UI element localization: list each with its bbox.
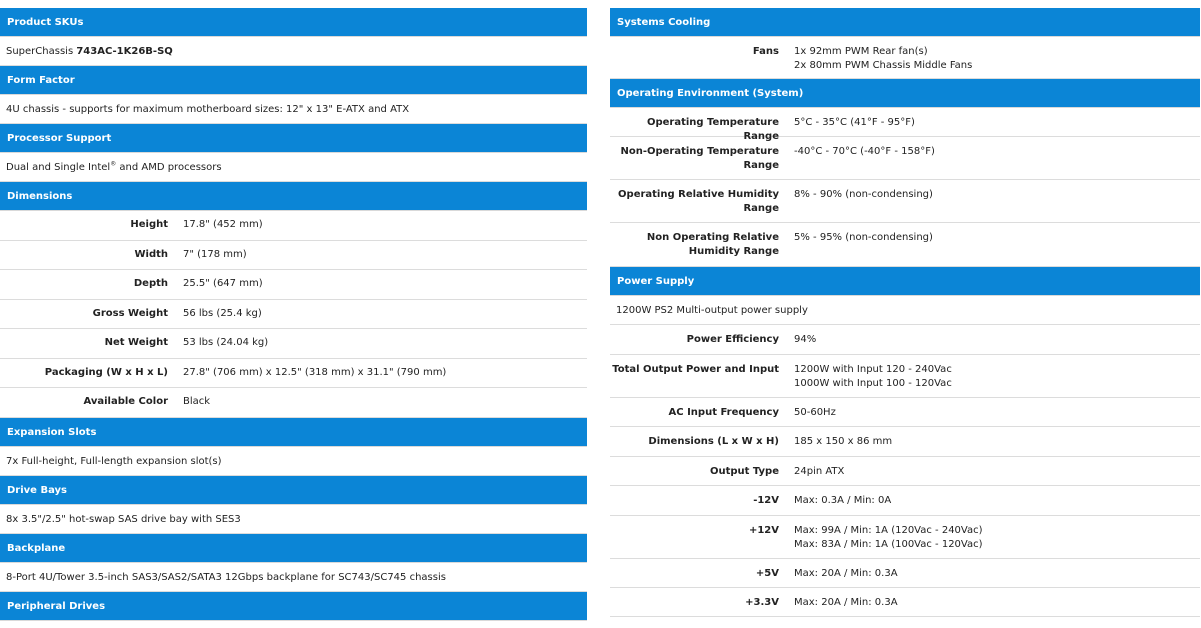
psu-row-plus-12v: +12V Max: 99A / Min: 1A (120Vac - 240Vac… <box>610 516 1200 559</box>
psu-value: Max: 20A / Min: 0.3A <box>794 568 898 579</box>
total-line-1: 1200W with Input 120 - 240Vac <box>794 364 952 375</box>
env-label: Non-Operating Temperature Range <box>620 146 779 171</box>
processor-text-post: and AMD processors <box>116 162 222 173</box>
sku-model: 743AC-1K26B-SQ <box>76 46 173 57</box>
dimension-label: Depth <box>133 278 168 290</box>
psu-row-plus-3v3: +3.3V Max: 20A / Min: 0.3A <box>610 588 1200 617</box>
psu-label: +3.3V <box>745 597 779 608</box>
p12-line-2: Max: 83A / Min: 1A (100Vac - 120Vac) <box>794 539 983 550</box>
fans-value: 1x 92mm PWM Rear fan(s) 2x 80mm PWM Chas… <box>779 37 972 73</box>
dimension-value: 7" (178 mm) <box>183 248 247 260</box>
product-skus-header: Product SKUs <box>0 8 587 37</box>
env-label: Non Operating Relative Humidity Range <box>646 232 779 257</box>
psu-label: Output Type <box>709 466 779 477</box>
form-factor-header: Form Factor <box>0 66 587 95</box>
psu-row-total-output: Total Output Power and Input 1200W with … <box>610 355 1200 398</box>
dimension-value: Black <box>183 396 211 408</box>
env-label: Operating Relative Humidity Range <box>618 189 779 214</box>
fans-row: Fans 1x 92mm PWM Rear fan(s) 2x 80mm PWM… <box>610 37 1200 79</box>
dimension-label: Gross Weight <box>92 307 168 319</box>
sku-prefix: SuperChassis <box>6 46 77 57</box>
peripheral-drives-header: Peripheral Drives <box>0 591 587 621</box>
dimension-value: 56 lbs (25.4 kg) <box>183 307 262 319</box>
drive-bays-header: Drive Bays <box>0 475 587 505</box>
expansion-slots-value: 7x Full-height, Full-length expansion sl… <box>0 447 587 476</box>
psu-value: 94% <box>794 334 817 345</box>
expansion-slots-header: Expansion Slots <box>0 417 587 447</box>
psu-value: Max: 99A / Min: 1A (120Vac - 240Vac) Max… <box>779 516 983 552</box>
psu-value: 185 x 150 x 86 mm <box>794 436 893 447</box>
right-spec-column: Systems Cooling Fans 1x 92mm PWM Rear fa… <box>610 8 1200 617</box>
env-row-nonoperating-humidity: Non Operating Relative Humidity Range 5%… <box>610 223 1200 267</box>
drive-bays-value: 8x 3.5"/2.5" hot-swap SAS drive bay with… <box>0 505 587 534</box>
processor-text-pre: Dual and Single Intel <box>6 162 111 173</box>
backplane-value: 8-Port 4U/Tower 3.5-inch SAS3/SAS2/SATA3… <box>0 563 587 592</box>
dimension-value: 27.8" (706 mm) x 12.5" (318 mm) x 31.1" … <box>183 366 447 378</box>
dimension-label: Packaging (W x H x L) <box>44 366 168 378</box>
dimension-value: 17.8" (452 mm) <box>183 219 263 231</box>
dimension-label: Height <box>130 219 168 231</box>
psu-label: +5V <box>755 568 779 579</box>
dimension-row-packaging: Packaging (W x H x L) 27.8" (706 mm) x 1… <box>0 359 587 388</box>
psu-value: Max: 0.3A / Min: 0A <box>794 495 892 506</box>
env-value: 5% - 95% (non-condensing) <box>794 232 933 243</box>
psu-row-efficiency: Power Efficiency 94% <box>610 325 1200 355</box>
dimension-label: Width <box>134 248 168 260</box>
psu-value: Max: 20A / Min: 0.3A <box>794 597 898 608</box>
dimensions-header: Dimensions <box>0 182 587 211</box>
psu-label: Dimensions (L x W x H) <box>648 436 779 447</box>
env-row-operating-temp: Operating Temperature Range 5°C - 35°C (… <box>610 108 1200 142</box>
env-value: 5°C - 35°C (41°F - 95°F) <box>794 117 915 128</box>
left-spec-column: Product SKUs SuperChassis 743AC-1K26B-SQ… <box>0 8 587 621</box>
psu-label: +12V <box>748 525 779 536</box>
backplane-header: Backplane <box>0 533 587 563</box>
fans-line-2: 2x 80mm PWM Chassis Middle Fans <box>794 60 973 71</box>
psu-value: 50-60Hz <box>794 407 836 418</box>
dimension-row-depth: Depth 25.5" (647 mm) <box>0 270 587 300</box>
psu-value: 1200W with Input 120 - 240Vac 1000W with… <box>779 355 952 391</box>
product-sku-value: SuperChassis 743AC-1K26B-SQ <box>0 37 587 66</box>
psu-value: 24pin ATX <box>794 466 845 477</box>
dimension-row-gross-weight: Gross Weight 56 lbs (25.4 kg) <box>0 300 587 329</box>
psu-label: Power Efficiency <box>686 334 779 345</box>
psu-row-output-type: Output Type 24pin ATX <box>610 457 1200 486</box>
fans-label: Fans <box>752 46 779 57</box>
dimension-row-height: Height 17.8" (452 mm) <box>0 211 587 241</box>
dimension-row-width: Width 7" (178 mm) <box>0 241 587 270</box>
psu-row-ac-frequency: AC Input Frequency 50-60Hz <box>610 398 1200 427</box>
dimension-value: 25.5" (647 mm) <box>183 278 263 290</box>
power-supply-value: 1200W PS2 Multi-output power supply <box>610 296 1200 325</box>
p12-line-1: Max: 99A / Min: 1A (120Vac - 240Vac) <box>794 525 983 536</box>
processor-support-header: Processor Support <box>0 124 587 153</box>
dimension-row-color: Available Color Black <box>0 388 587 418</box>
psu-row-plus-5v: +5V Max: 20A / Min: 0.3A <box>610 559 1200 588</box>
fans-line-1: 1x 92mm PWM Rear fan(s) <box>794 46 928 57</box>
psu-label: -12V <box>753 495 779 506</box>
env-value: -40°C - 70°C (-40°F - 158°F) <box>794 146 935 157</box>
processor-support-value: Dual and Single Intel® and AMD processor… <box>0 153 587 182</box>
psu-label: AC Input Frequency <box>668 407 779 418</box>
dimension-row-net-weight: Net Weight 53 lbs (24.04 kg) <box>0 329 587 359</box>
form-factor-value: 4U chassis - supports for maximum mother… <box>0 95 587 124</box>
dimension-label: Available Color <box>83 396 168 408</box>
env-row-nonoperating-temp: Non-Operating Temperature Range -40°C - … <box>610 137 1200 180</box>
systems-cooling-header: Systems Cooling <box>610 8 1200 37</box>
dimension-label: Net Weight <box>104 337 168 349</box>
psu-row-minus-12v: -12V Max: 0.3A / Min: 0A <box>610 486 1200 516</box>
total-line-2: 1000W with Input 100 - 120Vac <box>794 378 952 389</box>
psu-label: Total Output Power and Input <box>612 364 779 375</box>
env-value: 8% - 90% (non-condensing) <box>794 189 933 200</box>
power-supply-header: Power Supply <box>610 267 1200 296</box>
psu-row-dimensions: Dimensions (L x W x H) 185 x 150 x 86 mm <box>610 427 1200 457</box>
dimension-value: 53 lbs (24.04 kg) <box>183 337 269 349</box>
env-row-operating-humidity: Operating Relative Humidity Range 8% - 9… <box>610 180 1200 223</box>
operating-environment-header: Operating Environment (System) <box>610 79 1200 108</box>
